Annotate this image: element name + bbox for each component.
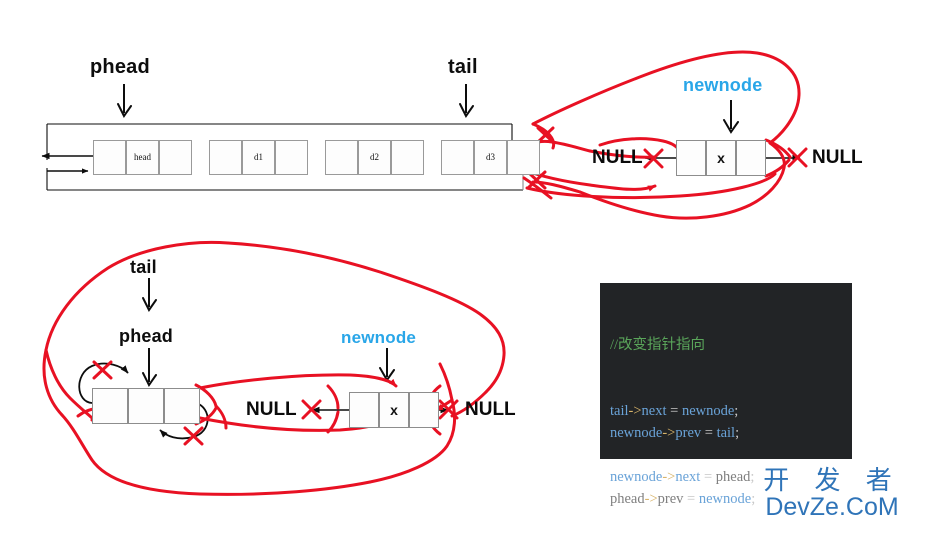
bottom-node-prev-cell [92, 388, 128, 424]
code-token-arrow: -> [662, 469, 676, 485]
label-newnode-top: newnode [683, 75, 763, 95]
node-d3-next-cell [507, 140, 540, 175]
node-d2-prev-cell [325, 140, 358, 175]
node-head-next-cell [159, 140, 192, 175]
label-newnode-bottom: newnode [341, 328, 417, 347]
code-line: tail->next = newnode; [610, 400, 842, 422]
code-token-lhs: tail [610, 403, 629, 419]
top-newnode-data-text: x [717, 150, 725, 166]
watermark-line-2: DevZe.CoM [765, 493, 899, 521]
node-d2-data-text: d2 [370, 152, 379, 162]
code-token-rhs: newnode [681, 403, 735, 419]
code-token-lhs: newnode [610, 469, 663, 485]
code-token-arrow: -> [662, 425, 676, 441]
code-token-operator: = [683, 491, 699, 507]
code-token-operator: = [700, 469, 716, 485]
label-null-left-top: NULL [592, 147, 643, 168]
label-null-right-bottom: NULL [465, 399, 516, 420]
bottom-newnode-data-text: x [390, 402, 398, 418]
label-phead-top: phead [90, 56, 150, 78]
code-comment-line: //改变指针指向 [610, 334, 842, 356]
code-token-operator: = [701, 425, 717, 441]
bottom-newnode-prev-cell [349, 392, 379, 428]
code-token-field: next [675, 469, 701, 485]
code-token-arrow: -> [644, 491, 658, 507]
code-token-field: next [641, 403, 667, 419]
bottom-newnode-next-cell [409, 392, 439, 428]
label-tail-top: tail [448, 56, 478, 78]
bottom-node-data-cell [128, 388, 164, 424]
label-null-left-bottom: NULL [246, 399, 297, 420]
node-head-data-text: head [134, 152, 151, 162]
node-d1-prev-cell [209, 140, 242, 175]
watermark: 开 发 者 DevZe.CoM [744, 466, 920, 521]
code-token-operator: = [666, 403, 682, 419]
node-d1-data-text: d1 [254, 152, 263, 162]
node-d3-data-text: d3 [486, 152, 495, 162]
node-d3-prev-cell [441, 140, 474, 175]
code-token-field: prev [675, 425, 702, 441]
code-token-semicolon: ; [734, 403, 739, 419]
code-token-lhs: newnode [610, 425, 663, 441]
bottom-node-next-cell [164, 388, 200, 424]
label-tail-bottom: tail [130, 257, 157, 277]
code-token-arrow: -> [628, 403, 642, 419]
code-token-field: prev [657, 491, 684, 507]
label-phead-bottom: phead [119, 326, 174, 346]
node-d2-next-cell [391, 140, 424, 175]
code-block: //改变指针指向 tail->next = newnode; newnode->p… [600, 283, 852, 507]
node-head-prev-cell [93, 140, 126, 175]
top-newnode-next-cell [736, 140, 766, 176]
label-null-right-top: NULL [812, 147, 863, 168]
code-comment-text: //改变指针指向 [610, 337, 706, 353]
code-token-semicolon: ; [735, 425, 740, 441]
diagram-canvas: head d1 d2 d3 x x phead tail newnode NUL… [0, 0, 925, 533]
code-token-lhs: phead [610, 491, 645, 507]
code-token-rhs: tail [716, 425, 736, 441]
top-newnode-prev-cell [676, 140, 706, 176]
node-d1-next-cell [275, 140, 308, 175]
code-line: newnode->prev = tail; [610, 422, 842, 444]
watermark-line-1: 开 发 者 [763, 465, 901, 495]
